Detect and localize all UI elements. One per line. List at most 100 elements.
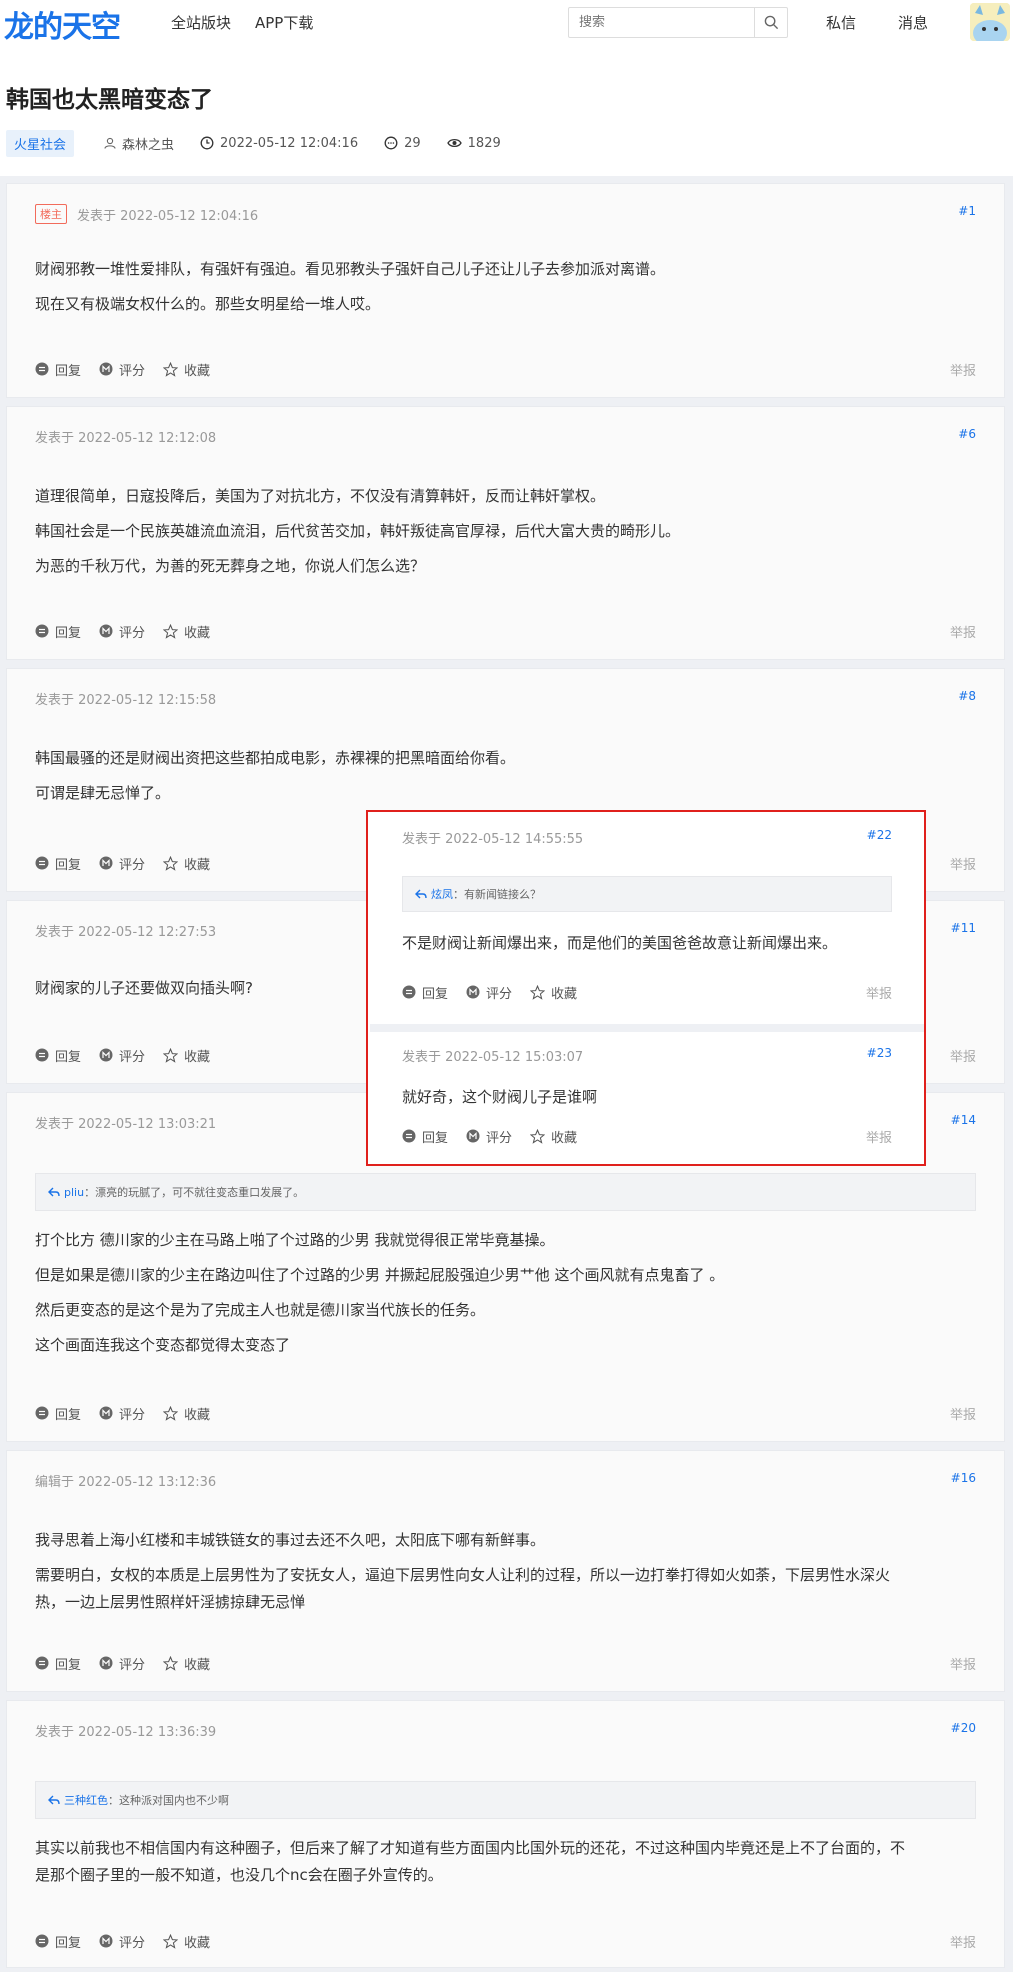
favorite-label: 收藏 (184, 1407, 211, 1423)
star-icon (163, 1405, 179, 1421)
favorite-button[interactable]: 收藏 (163, 1404, 210, 1423)
quote-block: 三种红色 ：这种派对国内也不少啊 (35, 1781, 976, 1819)
thread-time-value: 2022-05-12 12:04:16 (220, 135, 359, 151)
star-icon (530, 984, 546, 1000)
rate-button[interactable]: 评分 (99, 360, 145, 379)
reply-arrow-icon (415, 889, 427, 899)
reply-button[interactable]: 回复 (35, 1932, 81, 1951)
rate-button[interactable]: 评分 (99, 622, 145, 641)
reply-button[interactable]: 回复 (402, 1127, 448, 1146)
report-button[interactable]: 举报 (950, 1046, 976, 1065)
post-floor-number[interactable]: #16 (951, 1471, 976, 1485)
rate-icon (99, 1934, 113, 1948)
post-actions: 回复 评分 收藏 举报 (35, 1653, 976, 1673)
reply-arrow-icon (48, 1187, 60, 1197)
post-floor-number[interactable]: #20 (951, 1721, 976, 1735)
reply-button[interactable]: 回复 (35, 1046, 81, 1065)
rate-button[interactable]: 评分 (466, 1127, 512, 1146)
rate-button[interactable]: 评分 (466, 983, 512, 1002)
thread-views-count: 1829 (467, 135, 501, 151)
nav-all-forums[interactable]: 全站版块 (171, 12, 231, 33)
report-button[interactable]: 举报 (866, 1127, 892, 1146)
report-button[interactable]: 举报 (950, 854, 976, 873)
post-line: 其实以前我也不相信国内有这种圈子，但后来了解了才知道有些方面国内比国外玩的还花，… (35, 1839, 906, 1857)
thread-meta: 火星社会 森林之虫 2022-05-12 12:04:16 29 1829 (6, 129, 527, 157)
user-avatar[interactable] (970, 3, 1010, 41)
rate-button[interactable]: 评分 (99, 1046, 145, 1065)
report-button[interactable]: 举报 (950, 622, 976, 641)
nav-notifications[interactable]: 消息 (898, 12, 928, 33)
reply-icon (35, 1934, 49, 1948)
report-button[interactable]: 举报 (950, 1404, 976, 1423)
thread-replies-count: 29 (404, 135, 421, 151)
star-icon (530, 1128, 546, 1144)
report-button[interactable]: 举报 (950, 1654, 976, 1673)
post-floor-number[interactable]: #1 (958, 204, 976, 218)
report-button[interactable]: 举报 (950, 360, 976, 379)
comment-icon (384, 136, 398, 150)
post-floor-number[interactable]: #14 (951, 1113, 976, 1127)
quote-username[interactable]: 炫凤 (431, 886, 453, 902)
favorite-label: 收藏 (184, 363, 211, 379)
rate-label: 评分 (119, 857, 146, 873)
reply-icon (402, 985, 416, 999)
favorite-button[interactable]: 收藏 (163, 622, 210, 641)
thread-author-name[interactable]: 森林之虫 (122, 134, 174, 153)
post-line: 打个比方 德川家的少主在马路上啪了个过路的少男 我就觉得很正常毕竟基操。 (35, 1231, 555, 1249)
post-floor-number[interactable]: #22 (867, 828, 892, 842)
favorite-button[interactable]: 收藏 (163, 1932, 210, 1951)
thread-replies: 29 (384, 136, 421, 151)
post-floor-number[interactable]: #8 (958, 689, 976, 703)
rate-button[interactable]: 评分 (99, 1404, 145, 1423)
post-floor-16: 编辑于 2022-05-12 13:12:36 #16 我寻思着上海小红楼和丰城… (6, 1450, 1005, 1692)
reply-button[interactable]: 回复 (35, 854, 81, 873)
thread-author: 森林之虫 (104, 134, 174, 153)
report-button[interactable]: 举报 (950, 1932, 976, 1951)
nav-private-messages[interactable]: 私信 (826, 12, 856, 33)
quote-username[interactable]: 三种红色 (64, 1792, 108, 1808)
star-icon (163, 1933, 179, 1949)
quote-username[interactable]: pliu (64, 1186, 84, 1199)
eye-icon (446, 138, 462, 148)
post-floor-number[interactable]: #6 (958, 427, 976, 441)
favorite-button[interactable]: 收藏 (163, 854, 210, 873)
reply-button[interactable]: 回复 (35, 622, 81, 641)
post-line: 我寻思着上海小红楼和丰城铁链女的事过去还不久吧，太阳底下哪有新鲜事。 (35, 1531, 546, 1549)
reply-button[interactable]: 回复 (35, 360, 81, 379)
forum-tag[interactable]: 火星社会 (6, 129, 75, 157)
post-time: 发表于 2022-05-12 15:03:07 (402, 1050, 584, 1065)
reply-button[interactable]: 回复 (35, 1654, 81, 1673)
post-header: 发表于 2022-05-12 15:03:07 (402, 1046, 583, 1065)
nav-app-download[interactable]: APP下载 (255, 12, 313, 33)
rate-button[interactable]: 评分 (99, 1654, 145, 1673)
favorite-button[interactable]: 收藏 (163, 1046, 210, 1065)
rate-button[interactable]: 评分 (99, 854, 145, 873)
rate-icon (466, 1129, 480, 1143)
favorite-button[interactable]: 收藏 (530, 1127, 577, 1146)
rate-icon (99, 1406, 113, 1420)
site-logo[interactable]: 龙的天空 (4, 2, 121, 46)
search-input[interactable] (569, 8, 755, 37)
rate-label: 评分 (119, 363, 146, 379)
post-line: 可谓是肆无忌惮了。 (35, 784, 171, 802)
reply-button[interactable]: 回复 (402, 983, 448, 1002)
report-button[interactable]: 举报 (866, 983, 892, 1002)
quote-text: ：这种派对国内也不少啊 (108, 1794, 229, 1807)
reply-button[interactable]: 回复 (35, 1404, 81, 1423)
post-time: 编辑于 2022-05-12 13:12:36 (35, 1475, 217, 1490)
post-header: 发表于 2022-05-12 12:12:08 (35, 427, 216, 446)
rate-label: 评分 (119, 1407, 146, 1423)
reply-icon (35, 1048, 49, 1062)
favorite-button[interactable]: 收藏 (530, 983, 577, 1002)
reply-icon (35, 624, 49, 638)
post-actions: 回复 评分 收藏 举报 (35, 1403, 976, 1423)
favorite-button[interactable]: 收藏 (163, 360, 210, 379)
search-button[interactable] (754, 8, 787, 37)
post-floor-number[interactable]: #11 (951, 921, 976, 935)
rate-label: 评分 (119, 1657, 146, 1673)
highlighted-replies-panel: 发表于 2022-05-12 14:55:55 #22 炫凤 ：有新闻链接么？ … (366, 810, 926, 1166)
post-floor-number[interactable]: #23 (867, 1046, 892, 1060)
rate-button[interactable]: 评分 (99, 1932, 145, 1951)
favorite-button[interactable]: 收藏 (163, 1654, 210, 1673)
star-icon (163, 855, 179, 871)
